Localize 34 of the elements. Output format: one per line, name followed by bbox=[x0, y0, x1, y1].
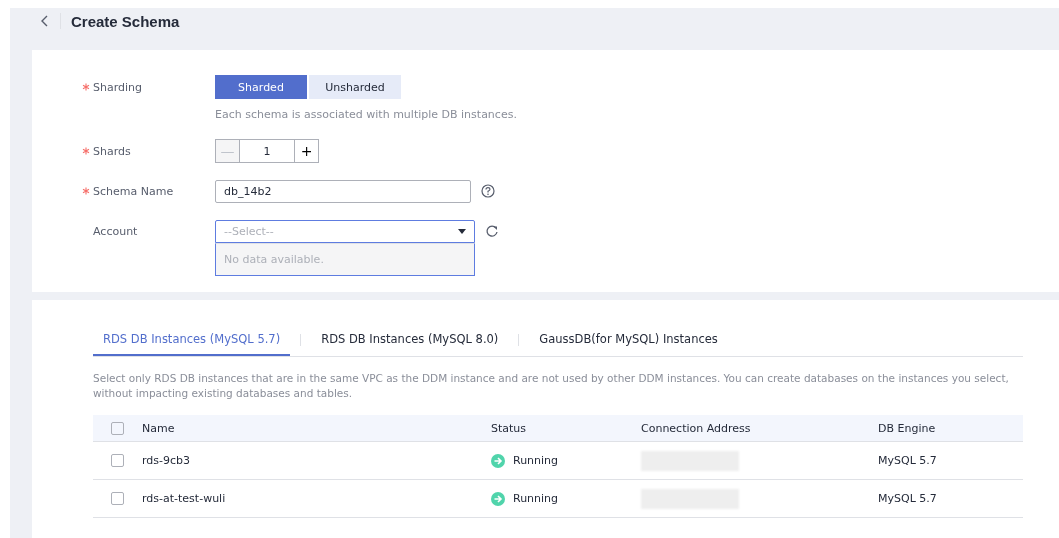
description-text: Select only RDS DB instances that are in the same VPC as the DDM instance and are not used by other DDM instances. You can create databases on the instances you select, without impacting existing databases and tables. bbox=[93, 371, 1010, 401]
row-checkbox[interactable] bbox=[111, 492, 124, 505]
table-cell: rds-at-test-wuli bbox=[141, 479, 490, 518]
text-field[interactable]: db_14b2 bbox=[215, 179, 471, 203]
field-label: Account bbox=[93, 224, 138, 238]
tab[interactable]: RDS DB Instances (MySQL 8.0) bbox=[311, 324, 509, 356]
table-cell: rds-9cb3 bbox=[141, 441, 490, 480]
number-stepper[interactable]: — 1 + bbox=[215, 139, 319, 163]
status-text: Running bbox=[513, 492, 559, 505]
table-cell: MySQL 5.7 bbox=[877, 479, 1023, 518]
column-header: Name bbox=[141, 415, 490, 442]
page-title: Create Schema bbox=[71, 12, 180, 30]
field-label: Sharding bbox=[93, 80, 143, 94]
help-icon[interactable] bbox=[481, 184, 495, 198]
column-header: Status bbox=[490, 415, 640, 442]
status-text: Running bbox=[513, 454, 559, 467]
caret-icon bbox=[458, 228, 466, 234]
field-label: Shards bbox=[93, 144, 131, 158]
segment-option[interactable]: Unsharded bbox=[309, 75, 401, 99]
column-header: Connection Address bbox=[640, 415, 877, 442]
empty-message: No data available. bbox=[215, 242, 475, 276]
table-cell: MySQL 5.7 bbox=[877, 441, 1023, 480]
select-placeholder: --Select-- bbox=[224, 224, 274, 238]
tab[interactable]: RDS DB Instances (MySQL 5.7) bbox=[93, 324, 291, 356]
column-header: DB Engine bbox=[877, 415, 1023, 442]
running-status-icon bbox=[491, 491, 505, 506]
field-label: Schema Name bbox=[93, 184, 174, 198]
refresh-icon[interactable] bbox=[485, 224, 499, 238]
select-all-checkbox[interactable] bbox=[111, 421, 124, 435]
hint-text: Each schema is associated with multiple DB instances. bbox=[215, 108, 518, 121]
row-checkbox[interactable] bbox=[111, 454, 124, 467]
segment-option[interactable]: Sharded bbox=[215, 75, 307, 99]
running-status-icon bbox=[491, 453, 505, 468]
tab[interactable]: GaussDB(for MySQL) Instances bbox=[529, 324, 728, 356]
